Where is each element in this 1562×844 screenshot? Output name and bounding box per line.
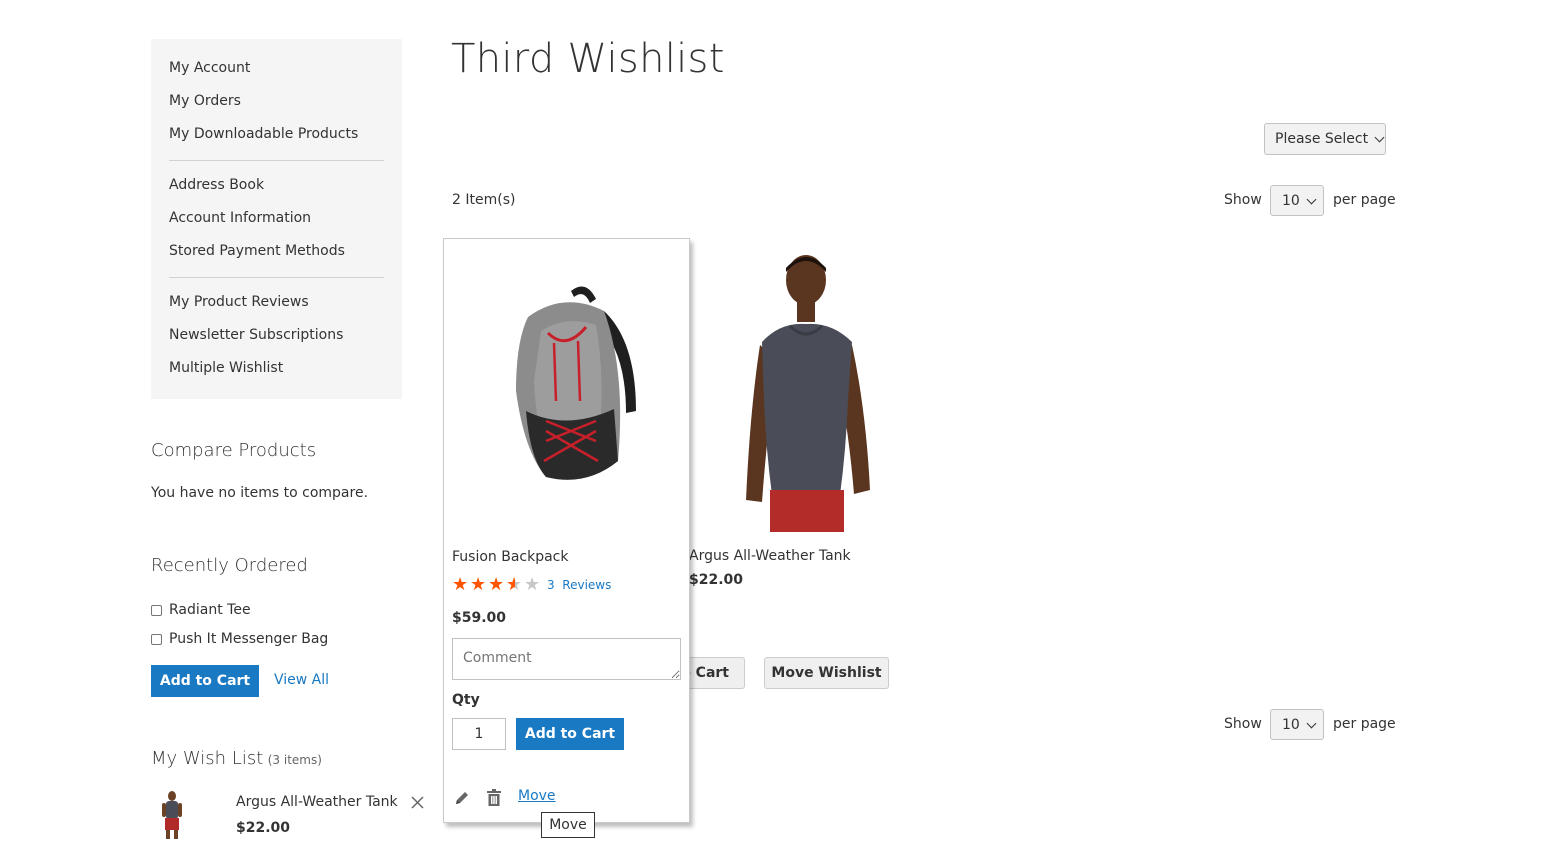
recently-ordered-checkbox[interactable] xyxy=(151,633,162,645)
product-name-argus-tank[interactable]: Argus All-Weather Tank xyxy=(689,548,851,564)
qty-input[interactable]: 1 xyxy=(452,718,506,750)
nav-divider xyxy=(169,160,384,161)
remove-item-icon[interactable] xyxy=(411,796,424,809)
recently-ordered-item: Push It Messenger Bag xyxy=(151,629,328,649)
view-all-link[interactable]: View All xyxy=(274,672,329,688)
trash-icon[interactable] xyxy=(487,789,501,806)
nav-divider xyxy=(169,277,384,278)
wishlist-item-name[interactable]: Argus All-Weather Tank xyxy=(236,794,398,810)
recently-ordered-title: Recently Ordered xyxy=(151,555,308,576)
product-image-argus-tank[interactable] xyxy=(720,250,890,532)
compare-empty-text: You have no items to compare. xyxy=(151,485,369,501)
item-count: 2 Item(s) xyxy=(452,192,516,208)
recently-ordered-item: Radiant Tee xyxy=(151,600,251,620)
nav-my-downloadable-products[interactable]: My Downloadable Products xyxy=(169,126,358,142)
nav-my-product-reviews[interactable]: My Product Reviews xyxy=(169,294,309,310)
per-page-label: per page xyxy=(1333,192,1396,208)
recently-ordered-add-to-cart-button[interactable]: Add to Cart xyxy=(151,665,259,697)
recently-ordered-item-name[interactable]: Push It Messenger Bag xyxy=(169,631,328,647)
limiter-select-bottom[interactable]: 10 xyxy=(1270,709,1324,740)
wishlist-item-price: $22.00 xyxy=(236,820,291,836)
account-nav: My Account My Orders My Downloadable Pro… xyxy=(151,39,402,399)
show-label: Show xyxy=(1224,716,1262,732)
nav-my-account[interactable]: My Account xyxy=(169,60,250,76)
move-wishlist-button[interactable]: Move Wishlist xyxy=(764,657,889,689)
chevron-down-icon xyxy=(1306,718,1317,728)
nav-account-information[interactable]: Account Information xyxy=(169,210,311,226)
qty-value: 1 xyxy=(474,726,484,742)
rating-stars: ★ ★ ★ ★ ★ ★ xyxy=(452,574,541,595)
limiter-select-value: 10 xyxy=(1282,716,1300,733)
my-wishlist-title: My Wish List xyxy=(151,748,264,769)
product-price-fusion-backpack: $59.00 xyxy=(452,610,507,626)
reviews-link[interactable]: 3 Reviews xyxy=(547,578,611,592)
add-to-cart-button[interactable]: Add to Cart xyxy=(516,718,624,750)
edit-pencil-icon[interactable] xyxy=(454,790,470,806)
my-wishlist-heading: My Wish List (3 items) xyxy=(151,748,322,769)
nav-address-book[interactable]: Address Book xyxy=(169,177,264,193)
wishlist-select-value: Please Select xyxy=(1275,131,1369,147)
nav-multiple-wishlist[interactable]: Multiple Wishlist xyxy=(169,360,283,376)
per-page-label: per page xyxy=(1333,716,1396,732)
reviews-count: 3 xyxy=(547,578,555,592)
my-wishlist-count: (3 items) xyxy=(267,753,322,767)
limiter-select[interactable]: 10 xyxy=(1270,185,1324,216)
page-title: Third Wishlist xyxy=(451,36,725,82)
product-name-fusion-backpack[interactable]: Fusion Backpack xyxy=(452,549,569,565)
move-tooltip: Move xyxy=(541,812,595,838)
wishlist-select[interactable]: Please Select xyxy=(1264,123,1386,155)
recently-ordered-checkbox[interactable] xyxy=(151,604,162,616)
chevron-down-icon xyxy=(1306,194,1317,204)
product-price-argus-tank: $22.00 xyxy=(689,572,744,588)
chevron-down-icon xyxy=(1374,132,1385,143)
reviews-label: Reviews xyxy=(562,578,612,592)
wishlist-item-thumbnail[interactable] xyxy=(155,790,189,840)
move-link[interactable]: Move xyxy=(518,788,556,804)
recently-ordered-item-name[interactable]: Radiant Tee xyxy=(169,602,251,618)
comment-textarea[interactable] xyxy=(452,638,681,680)
nav-stored-payment-methods[interactable]: Stored Payment Methods xyxy=(169,243,345,259)
nav-newsletter-subscriptions[interactable]: Newsletter Subscriptions xyxy=(169,327,343,343)
show-label: Show xyxy=(1224,192,1262,208)
product-image-fusion-backpack[interactable] xyxy=(486,281,646,501)
limiter-select-value: 10 xyxy=(1282,192,1300,209)
product-card-fusion-backpack: Fusion Backpack ★ ★ ★ ★ ★ ★ 3 Reviews $5… xyxy=(443,238,690,823)
compare-products-title: Compare Products xyxy=(151,440,317,461)
nav-my-orders[interactable]: My Orders xyxy=(169,93,241,109)
qty-label: Qty xyxy=(452,692,480,708)
